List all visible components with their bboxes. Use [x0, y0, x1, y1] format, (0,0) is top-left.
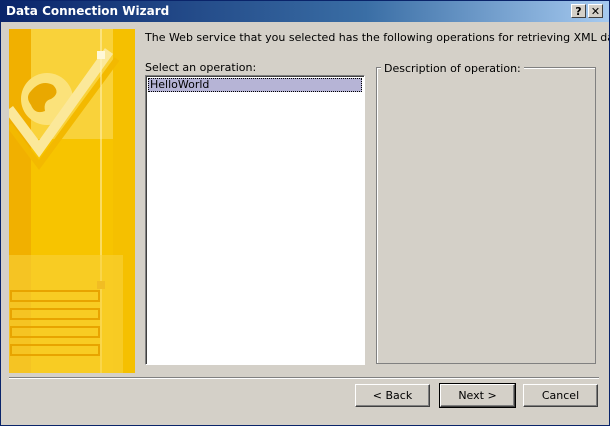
next-button-label: Next > [458, 389, 497, 402]
operation-listbox[interactable]: HelloWorld [145, 75, 365, 365]
help-button[interactable]: ? [571, 4, 586, 18]
window-title: Data Connection Wizard [6, 4, 170, 18]
back-button-label: < Back [372, 389, 413, 402]
globe-checkmark-banner-icon [9, 29, 135, 373]
close-button[interactable]: ✕ [588, 4, 603, 18]
next-button[interactable]: Next > [439, 383, 516, 408]
back-button[interactable]: < Back [355, 384, 430, 407]
cancel-button[interactable]: Cancel [523, 384, 598, 407]
close-icon: ✕ [590, 5, 601, 18]
wizard-banner-image [9, 29, 135, 373]
help-icon: ? [575, 5, 582, 18]
list-item-helloworld[interactable]: HelloWorld [148, 78, 362, 92]
instruction-text: The Web service that you selected has th… [145, 31, 610, 44]
wizard-window: Data Connection Wizard ? ✕ The Web servi… [0, 0, 610, 426]
operation-list-label: Select an operation: [145, 61, 257, 74]
title-bar[interactable]: Data Connection Wizard ? ✕ [1, 1, 609, 22]
footer-separator [9, 377, 599, 379]
description-title: Description of operation: [381, 62, 524, 75]
description-groupbox [376, 67, 596, 364]
cancel-button-label: Cancel [541, 389, 580, 402]
